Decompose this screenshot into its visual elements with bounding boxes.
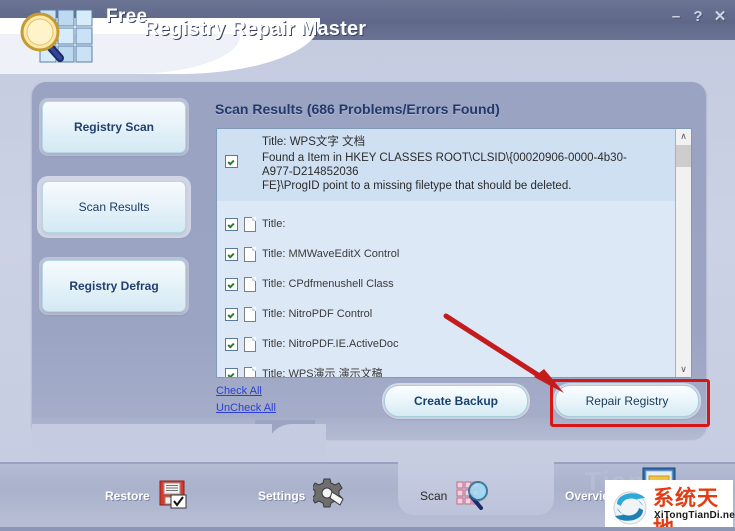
watermark-cn-text: 系统天地 [653,482,733,531]
watermark-logo-icon [609,484,651,531]
scroll-down-icon[interactable]: ∨ [676,362,691,377]
table-row[interactable]: Title: MMWaveEditX Control [217,245,675,263]
create-backup-button[interactable]: Create Backup [384,385,528,417]
sidebar-item-scan-results[interactable]: Scan Results [42,181,186,233]
toolbar-item-scan[interactable]: Scan [420,476,491,516]
row-checkbox[interactable] [225,338,238,351]
table-row[interactable]: Title: WPS文字 文档 Found a Item in HKEY CLA… [217,129,675,201]
help-button[interactable]: ? [689,8,707,26]
toolbar-item-label: Restore [105,489,150,503]
panel-notch-fill [266,424,326,464]
panel-notch [32,424,272,462]
brand-free-label: Free [106,6,147,28]
document-icon [244,337,256,352]
repair-registry-label: Repair Registry [586,394,669,408]
close-button[interactable]: ✕ [711,8,729,26]
document-icon [244,277,256,292]
row-title: Title: NitroPDF Control [262,305,372,323]
row-checkbox[interactable] [225,248,238,261]
row-title: Title: WPS文字 文档 [262,133,365,149]
document-icon [244,247,256,262]
scan-results-list-inner: Title: WPS文字 文档 Found a Item in HKEY CLA… [217,129,675,377]
row-checkbox[interactable] [225,308,238,321]
table-row[interactable]: Title: WPS演示 演示文稿 [217,365,675,378]
sidebar-item-label: Registry Scan [74,120,154,134]
row-detail: Found a Item in HKEY CLASSES ROOT\CLSID\… [262,151,657,193]
toolbar-item-settings[interactable]: Settings [258,476,345,516]
table-row[interactable]: Title: CPdfmenushell Class [217,275,675,293]
document-icon [244,367,256,378]
page-title: Scan Results (686 Problems/Errors Found) [215,101,500,117]
table-row[interactable]: Title: NitroPDF Control [217,305,675,323]
check-all-link[interactable]: Check All [216,385,262,397]
scan-results-list[interactable]: Title: WPS文字 文档 Found a Item in HKEY CLA… [216,128,692,378]
table-row[interactable]: Title: [217,215,675,233]
toolbar-bottom-divider [0,527,735,531]
row-checkbox[interactable] [225,155,238,168]
row-spacer [217,201,675,209]
document-icon [244,217,256,232]
row-detail-line2: FE}\ProgID point to a missing filetype t… [262,180,571,192]
toolbar-item-restore[interactable]: Restore [105,476,188,516]
row-checkbox[interactable] [225,368,238,378]
app-logo-icon [16,8,94,68]
uncheck-all-link[interactable]: UnCheck All [216,402,276,414]
row-title: Title: [262,215,285,233]
sidebar-item-label: Scan Results [79,200,150,214]
create-backup-label: Create Backup [414,394,498,408]
title-bar: Free Registry Repair Master – ? ✕ [0,0,735,40]
repair-registry-button[interactable]: Repair Registry [555,385,699,417]
list-scrollbar[interactable]: ∧ ∨ [675,129,691,377]
toolbar-item-label: Scan [420,489,447,503]
row-title: Title: CPdfmenushell Class [262,275,394,293]
watermark-en-text: XiTongTianDi.net [654,510,735,521]
row-checkbox[interactable] [225,218,238,231]
sidebar-item-registry-scan[interactable]: Registry Scan [42,101,186,153]
sidebar-item-label: Registry Defrag [69,279,158,293]
row-title: Title: NitroPDF.IE.ActiveDoc [262,335,399,353]
row-checkbox[interactable] [225,278,238,291]
sidebar-item-registry-defrag[interactable]: Registry Defrag [42,260,186,312]
toolbar-top-divider [0,462,735,464]
toolbar-item-label: Settings [258,489,305,503]
table-row[interactable]: Title: NitroPDF.IE.ActiveDoc [217,335,675,353]
scroll-up-icon[interactable]: ∧ [676,129,691,144]
row-detail-line1: Found a Item in HKEY CLASSES ROOT\CLSID\… [262,152,627,178]
scan-magnifier-icon [455,478,491,515]
site-watermark: 系统天地 XiTongTianDi.net [605,480,733,528]
minimize-button[interactable]: – [667,8,685,26]
floppy-save-icon [158,479,188,514]
app-window: Free Registry Repair Master – ? ✕ Regist… [0,0,735,531]
row-title: Title: MMWaveEditX Control [262,245,399,263]
row-title: Title: WPS演示 演示文稿 [262,365,383,378]
app-title: Registry Repair Master [144,18,366,41]
gear-icon [313,478,345,515]
document-icon [244,307,256,322]
scrollbar-thumb[interactable] [676,145,691,167]
